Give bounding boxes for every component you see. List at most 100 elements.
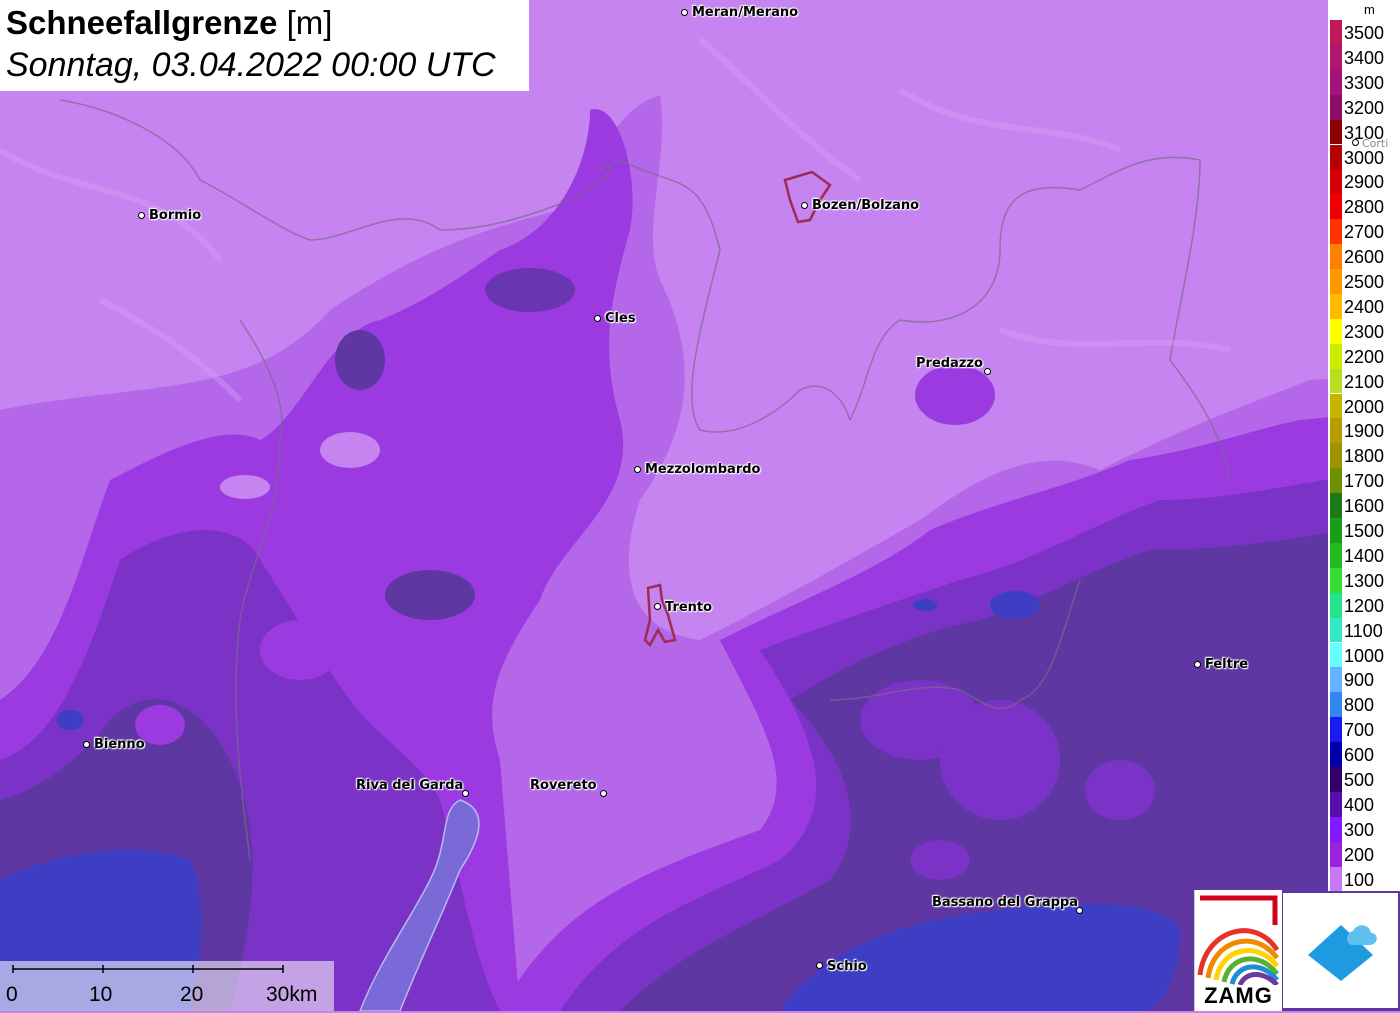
legend-swatch <box>1330 169 1342 195</box>
legend-row: 900 <box>1328 667 1400 693</box>
snowfall-map[interactable] <box>0 0 1400 1011</box>
legend-row: 1400 <box>1328 542 1400 568</box>
legend-swatch <box>1330 468 1342 494</box>
legend-label: 2400 <box>1344 296 1385 317</box>
scale-label-0: 0 <box>6 983 18 1006</box>
legend-swatch <box>1330 542 1342 568</box>
legend-swatch <box>1330 343 1342 369</box>
legend-swatch <box>1330 144 1342 170</box>
city-dot <box>801 202 808 209</box>
city-label-trento[interactable]: Trento <box>665 601 712 615</box>
legend-label: 100 <box>1344 869 1375 890</box>
zamg-text: ZAMG <box>1204 983 1273 1008</box>
legend-swatch <box>1330 94 1342 120</box>
legend-row: 1000 <box>1328 642 1400 668</box>
legend-swatch <box>1330 667 1342 693</box>
city-dot <box>816 962 823 969</box>
legend-label: 3500 <box>1344 23 1385 43</box>
legend-label: 2700 <box>1344 222 1385 243</box>
city-dot <box>600 790 607 797</box>
city-label-schio[interactable]: Schio <box>827 960 867 974</box>
legend-row: 2200 <box>1328 343 1400 369</box>
legend-row: 1500 <box>1328 518 1400 543</box>
legend-swatch <box>1330 418 1342 444</box>
city-dot <box>984 368 991 375</box>
legend-row: 800 <box>1328 692 1400 718</box>
city-label-meran[interactable]: Meran/Merano <box>692 6 798 20</box>
legend-swatch <box>1330 269 1342 294</box>
city-label-feltre[interactable]: Feltre <box>1205 658 1248 672</box>
scale-label-20: 20 <box>180 983 204 1006</box>
city-label-bassano[interactable]: Bassano del Grappa <box>932 896 1078 910</box>
legend-swatch <box>1330 119 1342 145</box>
legend-label: 2600 <box>1344 247 1385 268</box>
legend-label: 1600 <box>1344 496 1385 517</box>
title-box: Schneefallgrenze [m] Sonntag, 03.04.2022… <box>0 0 529 91</box>
scale-label-10: 10 <box>89 983 113 1006</box>
legend-swatch <box>1330 443 1342 469</box>
city-dot <box>83 741 90 748</box>
legend-label: 200 <box>1344 844 1375 865</box>
legend-swatch <box>1330 518 1342 543</box>
legend-row: 2100 <box>1328 368 1400 394</box>
legend-label: 2500 <box>1344 272 1385 292</box>
city-label-riva[interactable]: Riva del Garda <box>356 779 463 793</box>
legend-row: 2400 <box>1328 293 1400 319</box>
legend-unit: m <box>1364 2 1375 17</box>
legend-swatch <box>1330 767 1342 792</box>
city-label-cortina[interactable]: Corti <box>1362 137 1388 151</box>
legend-swatch <box>1330 717 1342 743</box>
legend-row: 1200 <box>1328 592 1400 618</box>
legend-label: 1200 <box>1344 595 1385 616</box>
city-label-bienno[interactable]: Bienno <box>94 738 145 752</box>
house-cloud-icon <box>1308 925 1377 981</box>
legend-label: 1000 <box>1344 645 1385 666</box>
city-label-rovereto[interactable]: Rovereto <box>530 779 597 793</box>
legend-row: 1700 <box>1328 468 1400 494</box>
legend-swatch <box>1330 393 1342 419</box>
legend-swatch <box>1330 493 1342 518</box>
legend-row: 2700 <box>1328 219 1400 245</box>
legend-swatch <box>1330 791 1342 817</box>
legend-label: 500 <box>1344 770 1375 790</box>
legend-label: 1700 <box>1344 471 1385 492</box>
city-label-cles[interactable]: Cles <box>605 312 636 326</box>
legend-row: 1300 <box>1328 567 1400 593</box>
legend-label: 900 <box>1344 670 1375 691</box>
legend-label: 2900 <box>1344 172 1385 193</box>
legend-label: 1300 <box>1344 570 1385 591</box>
legend-row: 3300 <box>1328 69 1400 95</box>
legend-row: 3200 <box>1328 94 1400 120</box>
legend-row: 100 <box>1328 866 1400 892</box>
legend-label: 400 <box>1344 794 1375 815</box>
color-legend: m 3500 3400 3300 3200 3100 3000 2900 2800 2700 26… <box>1328 0 1400 892</box>
legend-label: 600 <box>1344 745 1375 766</box>
city-dot <box>138 212 145 219</box>
city-label-bormio[interactable]: Bormio <box>149 209 201 223</box>
legend-swatch <box>1330 368 1342 394</box>
legend-label: 300 <box>1344 819 1375 840</box>
legend-label: 2000 <box>1344 396 1385 417</box>
city-dot <box>681 9 688 16</box>
city-dot <box>654 603 661 610</box>
legend-label: 1800 <box>1344 446 1385 467</box>
legend-row: 3500 <box>1328 20 1400 45</box>
city-dot <box>594 315 601 322</box>
scale-label-30km: 30km <box>266 983 318 1006</box>
zamg-logo[interactable]: ZAMG <box>1194 890 1282 1011</box>
partner-logo[interactable] <box>1283 893 1398 1008</box>
city-label-mezzolombardo[interactable]: Mezzolombardo <box>645 463 760 477</box>
city-label-bozen[interactable]: Bozen/Bolzano <box>812 199 919 213</box>
legend-swatch <box>1330 866 1342 892</box>
legend-label: 2300 <box>1344 321 1385 342</box>
city-label-predazzo[interactable]: Predazzo <box>916 357 983 371</box>
city-dot <box>634 466 641 473</box>
legend-row: 2500 <box>1328 269 1400 294</box>
legend-label: 3300 <box>1344 72 1385 93</box>
legend-row: 2300 <box>1328 318 1400 344</box>
legend-swatch <box>1330 592 1342 618</box>
legend-swatch <box>1330 841 1342 867</box>
zamg-rainbow-icon <box>1197 895 1280 987</box>
legend-swatch <box>1330 642 1342 668</box>
legend-row: 400 <box>1328 791 1400 817</box>
